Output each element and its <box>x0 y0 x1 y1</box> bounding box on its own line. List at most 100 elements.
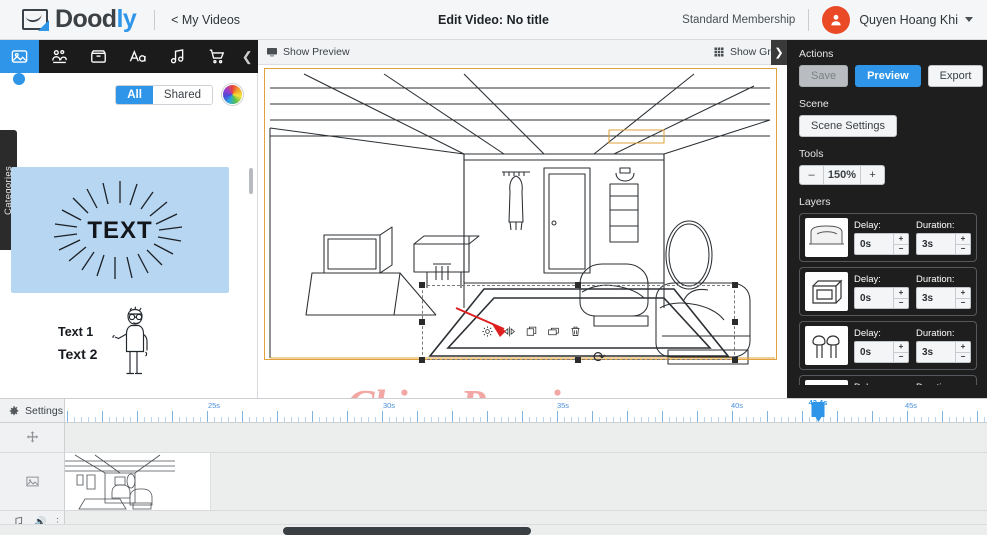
show-preview-button[interactable]: Show Preview <box>266 46 350 58</box>
zoom-out-button[interactable]: – <box>800 166 824 184</box>
delay-input[interactable]: 0s + − <box>854 287 909 309</box>
canvas-stage[interactable]: ⟳ ChiasePremium.com <box>264 68 781 398</box>
hero-asset-preview[interactable]: TEXT <box>11 167 229 293</box>
tab-props[interactable] <box>79 40 118 73</box>
ruler-tick <box>704 417 705 422</box>
delay-increment[interactable]: + <box>894 342 908 353</box>
color-wheel-icon[interactable] <box>222 84 243 105</box>
layer-bed[interactable]: Delay: 0s + − Duration: 3s + − <box>799 213 977 262</box>
ruler-tick <box>403 417 404 422</box>
duration-increment[interactable]: + <box>956 342 970 353</box>
tab-scenes[interactable] <box>0 40 40 73</box>
timeline-scrollbar-track[interactable] <box>0 524 987 535</box>
tab-characters[interactable] <box>39 40 78 73</box>
duration-decrement[interactable]: − <box>956 245 970 255</box>
handle-br[interactable] <box>732 357 738 363</box>
filter-shared[interactable]: Shared <box>152 85 212 104</box>
track-body[interactable] <box>65 423 987 452</box>
ruler-tick <box>641 417 642 422</box>
library-collapse-icon[interactable]: ❮ <box>236 40 258 73</box>
avatar[interactable] <box>822 5 851 34</box>
trash-icon[interactable] <box>569 325 582 338</box>
canvas-collapse-icon[interactable]: ❯ <box>771 40 787 65</box>
ruler-tick <box>242 411 243 422</box>
chevron-down-icon[interactable] <box>965 17 973 22</box>
doodly-logo[interactable]: Doodly <box>0 5 137 34</box>
delay-decrement[interactable]: − <box>894 353 908 363</box>
ruler-tick <box>921 417 922 422</box>
my-videos-link[interactable]: < My Videos <box>171 13 240 27</box>
duplicate-icon[interactable] <box>547 325 560 338</box>
ruler-tick <box>480 417 481 422</box>
ruler-tick <box>466 417 467 422</box>
timeline-settings-button[interactable]: Settings <box>0 399 65 423</box>
delay-input[interactable]: 0s + − <box>854 341 909 363</box>
duration-input[interactable]: 3s + − <box>916 341 971 363</box>
handle-bl[interactable] <box>419 357 425 363</box>
ruler-tick <box>95 417 96 422</box>
duration-increment[interactable]: + <box>956 288 970 299</box>
delay-decrement[interactable]: − <box>894 245 908 255</box>
duration-decrement[interactable]: − <box>956 299 970 309</box>
ruler-tick <box>893 417 894 422</box>
tab-music[interactable] <box>158 40 197 73</box>
duration-input[interactable]: 3s + − <box>916 287 971 309</box>
duration-increment[interactable]: + <box>956 234 970 245</box>
ruler-tick <box>767 411 768 422</box>
tab-text[interactable] <box>118 40 157 73</box>
active-tab-indicator <box>13 73 25 85</box>
ruler-tick <box>949 417 950 422</box>
handle-ml[interactable] <box>419 319 425 325</box>
copy-icon[interactable] <box>525 325 538 338</box>
export-button[interactable]: Export <box>927 65 984 87</box>
duration-decrement[interactable]: − <box>956 353 970 363</box>
delay-increment[interactable]: + <box>894 234 908 245</box>
zoom-in-button[interactable]: + <box>860 166 884 184</box>
delay-group: Delay: 0s + − <box>854 274 909 309</box>
layer-curtains[interactable]: Delay: 0s + − Duration: 3s <box>799 375 977 385</box>
ruler-tick <box>963 417 964 422</box>
timeline-ruler[interactable]: 25s 30s 35s 40s 45s 42.4s <box>65 399 987 423</box>
ruler-tick <box>858 417 859 422</box>
track-body[interactable] <box>65 453 987 510</box>
library-scrollbar[interactable] <box>249 168 253 194</box>
delay-input[interactable]: 0s + − <box>854 233 909 255</box>
show-grid-button[interactable]: Show Grid <box>713 46 779 58</box>
layers-label: Layers <box>799 196 831 208</box>
handle-tl[interactable] <box>419 282 425 288</box>
monitor-icon <box>267 48 277 57</box>
handle-mr[interactable] <box>732 319 738 325</box>
delay-value: 0s <box>860 238 872 250</box>
user-name[interactable]: Quyen Hoang Khi <box>859 13 958 27</box>
handle-bc[interactable] <box>575 357 581 363</box>
timeline-scrollbar-thumb[interactable] <box>283 527 531 535</box>
scene-settings-button[interactable]: Scene Settings <box>799 115 897 137</box>
scene-track[interactable] <box>0 453 987 511</box>
tab-store[interactable] <box>197 40 236 73</box>
ruler-tick <box>809 417 810 422</box>
layer-stools[interactable]: Delay: 0s + − Duration: 3s + − <box>799 321 977 370</box>
layer-tv[interactable]: Delay: 0s + − Duration: 3s + − <box>799 267 977 316</box>
preview-button[interactable]: Preview <box>855 65 921 87</box>
filter-all[interactable]: All <box>116 85 153 104</box>
layers-list[interactable]: Delay: 0s + − Duration: 3s + − Delay: 0s… <box>799 213 977 385</box>
asset-row-icons[interactable]: Text 1 Text 2 <box>0 302 244 398</box>
bed-icon <box>809 225 844 245</box>
save-button[interactable]: Save <box>799 65 849 87</box>
handle-tc[interactable] <box>575 282 581 288</box>
duration-group: Duration: 3s + − <box>916 274 971 309</box>
transform-track[interactable] <box>0 423 987 453</box>
ruler-tick <box>347 411 348 422</box>
duration-input[interactable]: 3s + − <box>916 233 971 255</box>
show-preview-label: Show Preview <box>283 46 350 58</box>
rotate-icon[interactable]: ⟳ <box>593 348 606 366</box>
handle-tr[interactable] <box>732 282 738 288</box>
scene-clip[interactable] <box>65 453 211 510</box>
delay-increment[interactable]: + <box>894 288 908 299</box>
ruler-tick <box>515 417 516 422</box>
delay-decrement[interactable]: − <box>894 299 908 309</box>
duration-label: Duration: <box>916 220 955 231</box>
ruler-tick <box>102 411 103 422</box>
ruler-tick <box>494 417 495 422</box>
duration-value: 3s <box>922 292 934 304</box>
